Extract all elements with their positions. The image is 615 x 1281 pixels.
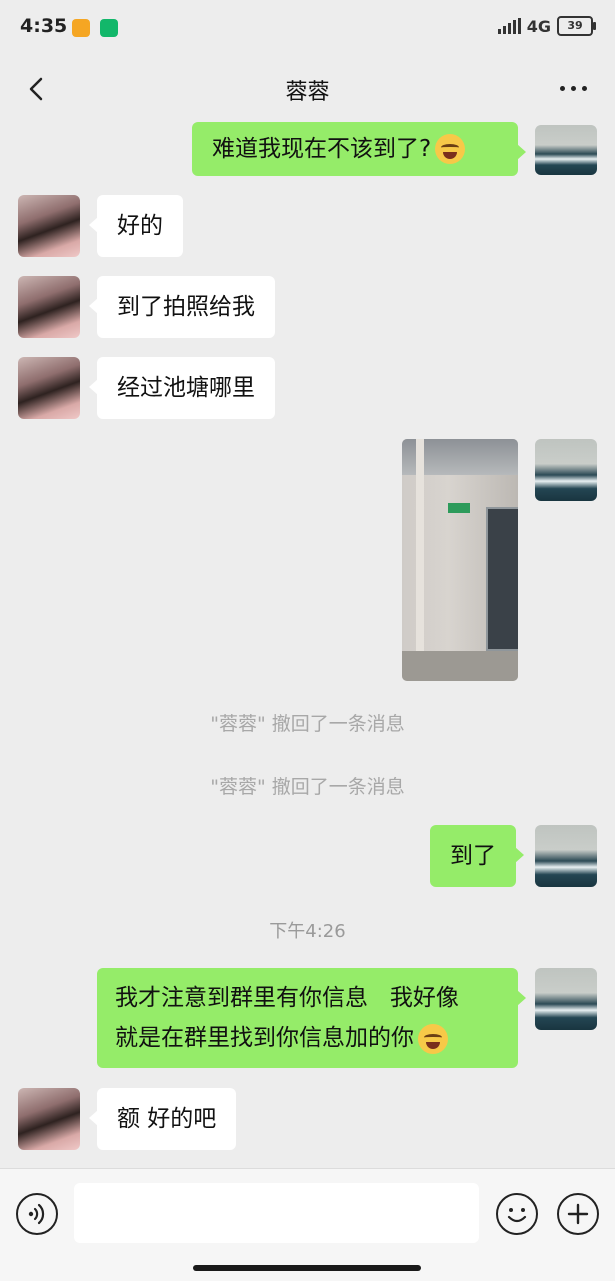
chat-title: 蓉蓉 [285,80,330,105]
laughing-emoji-icon [435,134,466,164]
my-avatar[interactable] [535,825,597,887]
more-options-icon[interactable] [560,86,587,91]
contact-avatar[interactable] [18,195,80,257]
status-indicators: 4G 39 [497,16,596,36]
photo-message[interactable] [402,439,518,681]
photo-pipe [416,439,424,681]
home-indicator[interactable] [193,1265,421,1271]
incoming-message[interactable]: 好的 [89,195,183,257]
my-avatar[interactable] [535,439,597,501]
voice-input-icon[interactable] [16,1193,58,1235]
chat-header: 蓉蓉 [0,58,615,122]
message-text: 经过池塘哪里 [117,375,255,401]
message-text: 就是在群里找到你信息加的你 [115,1025,414,1051]
incoming-message[interactable]: 到了拍照给我 [89,276,275,338]
status-time: 4:35 [20,15,68,37]
message-input[interactable] [74,1183,479,1243]
message-text-line-1: 我才注意到群里有你信息 我好像 [115,985,459,1011]
notification-app-icon [72,19,90,37]
emoji-picker-icon[interactable] [496,1193,538,1235]
recall-notice: "蓉蓉" 撤回了一条消息 [210,713,405,735]
contact-avatar[interactable] [18,276,80,338]
message-text: 额 好的吧 [117,1106,217,1132]
input-bar [0,1168,615,1281]
photo-floor [402,651,518,681]
contact-avatar[interactable] [18,357,80,419]
photo-exit-sign [448,503,470,513]
status-bar: 4:35 4G 39 [0,0,615,58]
shield-app-icon [100,19,118,37]
timestamp: 下午4:26 [269,921,346,942]
message-text: 好的 [117,213,163,239]
more-actions-icon[interactable] [557,1193,599,1235]
contact-avatar[interactable] [18,1088,80,1150]
message-list[interactable]: 难道我现在不该到了? 好的 到了拍照给我 经过池塘哪里 "蓉蓉" 撤回了一条消息… [0,122,615,1168]
my-avatar[interactable] [535,125,597,175]
outgoing-message[interactable]: 到了 [430,825,524,887]
battery-icon: 39 [557,16,596,36]
message-text: 难道我现在不该到了? [212,136,432,162]
message-text: 到了 [450,843,496,869]
message-text-line-2: 就是在群里找到你信息加的你 [115,1018,448,1058]
incoming-message[interactable]: 经过池塘哪里 [89,357,275,419]
laughing-emoji-icon [418,1023,448,1054]
recall-notice: "蓉蓉" 撤回了一条消息 [210,776,405,798]
incoming-message[interactable]: 额 好的吧 [88,1088,237,1150]
photo-door [486,507,518,651]
network-type: 4G [526,16,551,36]
message-text: 到了拍照给我 [117,294,255,320]
outgoing-message[interactable]: 我才注意到群里有你信息 我好像 就是在群里找到你信息加的你 [97,968,526,1068]
outgoing-message[interactable]: 难道我现在不该到了? [192,122,526,176]
my-avatar[interactable] [535,968,597,1030]
signal-icon [497,18,521,34]
